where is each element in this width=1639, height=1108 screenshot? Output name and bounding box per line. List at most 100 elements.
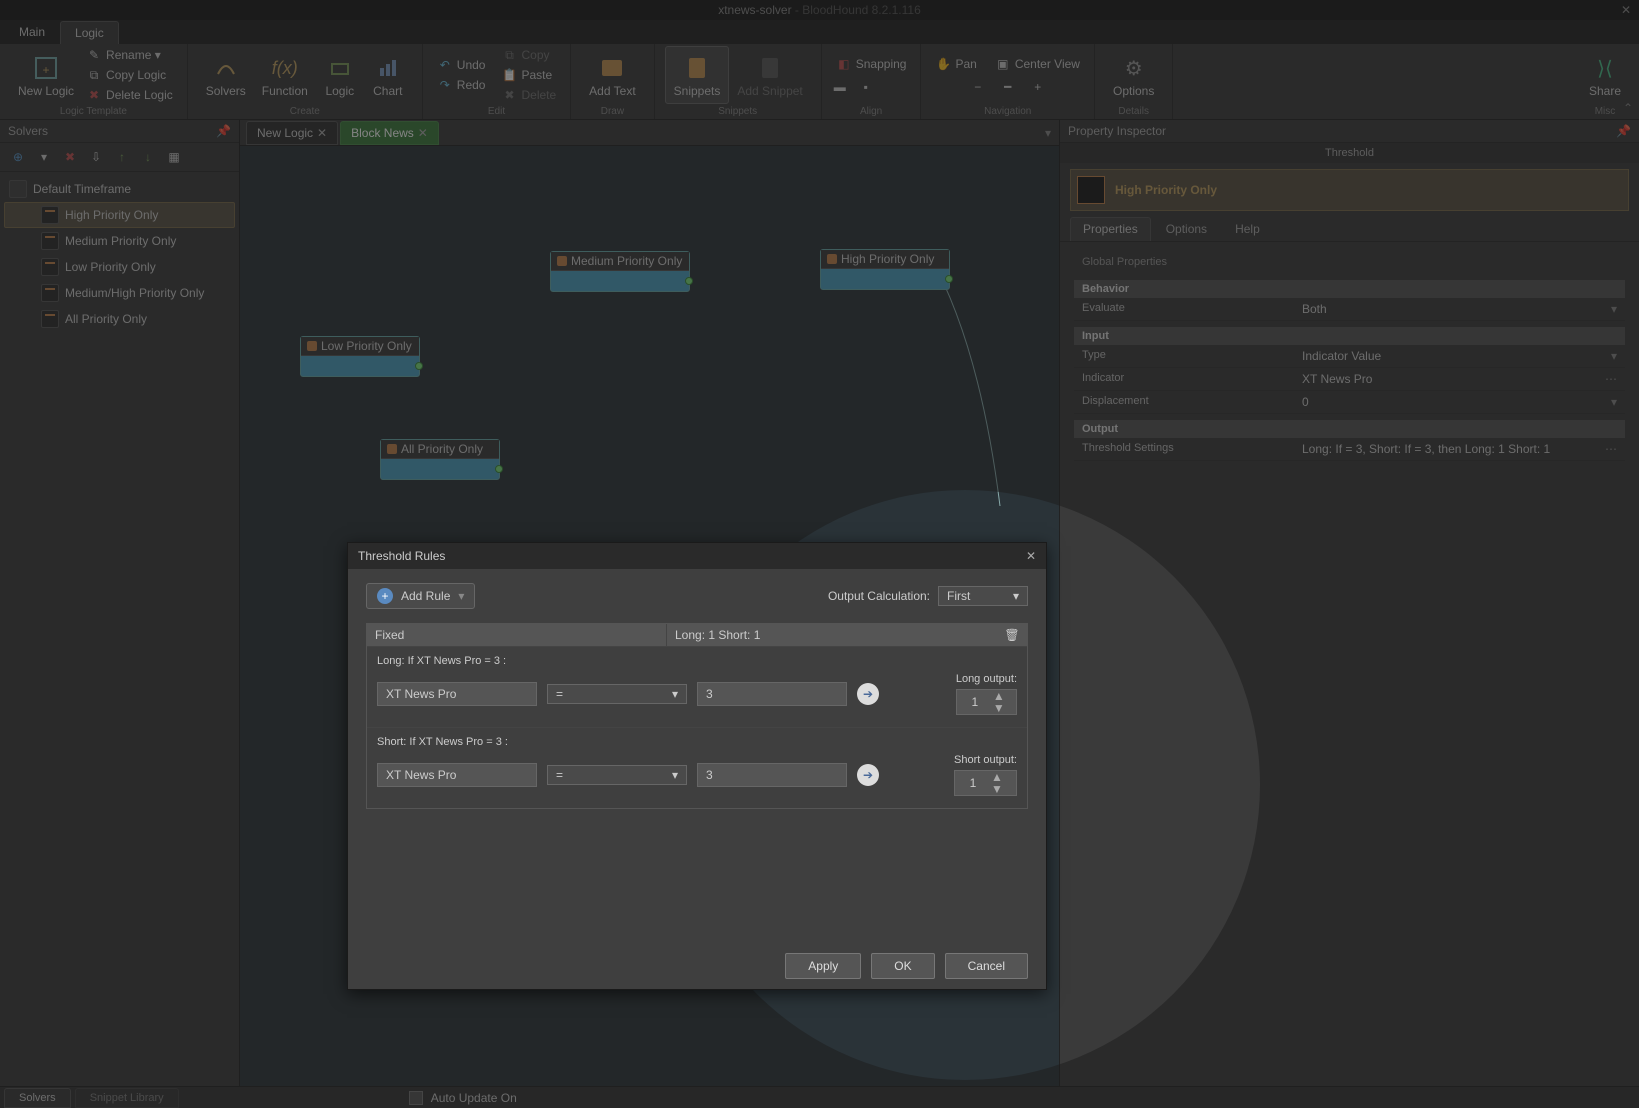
node-low-priority[interactable]: Low Priority Only bbox=[300, 336, 420, 377]
tab-properties[interactable]: Properties bbox=[1070, 217, 1151, 241]
remove-item-icon[interactable]: ✖ bbox=[60, 147, 80, 167]
paste-button[interactable]: 📋Paste bbox=[497, 66, 560, 84]
panel-pin-icon[interactable]: 📌 bbox=[216, 124, 231, 138]
short-indicator-label: XT News Pro bbox=[377, 763, 537, 787]
solvers-button[interactable]: Solvers bbox=[198, 46, 254, 104]
dropdown-icon[interactable]: ▾ bbox=[34, 147, 54, 167]
snippets-button[interactable]: Snippets bbox=[665, 46, 730, 104]
panel-pin-icon[interactable]: 📌 bbox=[1616, 124, 1631, 138]
prop-displacement[interactable]: Displacement0▾ bbox=[1074, 391, 1625, 414]
align-left-icon[interactable]: ▬ bbox=[832, 79, 848, 95]
threshold-icon bbox=[41, 284, 59, 302]
tree-medium-priority[interactable]: Medium Priority Only bbox=[4, 228, 235, 254]
tab-help[interactable]: Help bbox=[1222, 217, 1273, 241]
long-indicator-label: XT News Pro bbox=[377, 682, 537, 706]
short-value-input[interactable] bbox=[697, 763, 847, 787]
node-medium-priority[interactable]: Medium Priority Only bbox=[550, 251, 690, 292]
import-icon[interactable]: ⇩ bbox=[86, 147, 106, 167]
zoom-in-icon[interactable]: + bbox=[1030, 79, 1046, 95]
apply-button[interactable]: Apply bbox=[785, 953, 861, 979]
node-all-priority[interactable]: All Priority Only bbox=[380, 439, 500, 480]
node-high-priority[interactable]: High Priority Only bbox=[820, 249, 950, 290]
threshold-icon bbox=[1077, 176, 1105, 204]
cancel-button[interactable]: Cancel bbox=[945, 953, 1028, 979]
auto-update-checkbox[interactable] bbox=[409, 1091, 423, 1105]
output-port[interactable] bbox=[945, 275, 953, 283]
delete-rule-icon[interactable]: 🗑 bbox=[997, 624, 1027, 646]
pan-button[interactable]: ✋Pan bbox=[931, 55, 980, 73]
center-view-button[interactable]: ▣Center View bbox=[991, 55, 1084, 73]
copy-logic-button[interactable]: ⧉Copy Logic bbox=[82, 66, 177, 84]
col-summary: Long: 1 Short: 1 bbox=[667, 624, 997, 646]
tree-medium-high-priority[interactable]: Medium/High Priority Only bbox=[4, 280, 235, 306]
tab-block-news[interactable]: Block News✕ bbox=[340, 121, 439, 145]
solvers-title: Solvers bbox=[8, 124, 48, 138]
options-button[interactable]: ⚙Options bbox=[1105, 46, 1162, 104]
menu-logic[interactable]: Logic bbox=[60, 21, 119, 44]
tree-high-priority[interactable]: High Priority Only bbox=[4, 202, 235, 228]
output-port[interactable] bbox=[685, 277, 693, 285]
undo-button[interactable]: ↶Undo bbox=[433, 56, 490, 74]
share-button[interactable]: ⟩⟨Share bbox=[1581, 46, 1629, 104]
property-inspector: Property Inspector📌 Threshold High Prior… bbox=[1059, 120, 1639, 1086]
threshold-icon bbox=[41, 310, 59, 328]
snapping-toggle[interactable]: ◧Snapping bbox=[832, 55, 911, 73]
plus-icon: + bbox=[377, 588, 393, 604]
ribbon: +New Logic ✎Rename ▾ ⧉Copy Logic ✖Delete… bbox=[0, 44, 1639, 120]
group-template-label: Logic Template bbox=[10, 104, 177, 117]
logic-button[interactable]: Logic bbox=[316, 46, 364, 104]
output-port[interactable] bbox=[415, 362, 423, 370]
threshold-icon bbox=[41, 206, 59, 224]
add-snippet-button: Add Snippet bbox=[729, 46, 810, 104]
dialog-header[interactable]: Threshold Rules ✕ bbox=[348, 543, 1046, 569]
menu-bar: Main Logic bbox=[0, 20, 1639, 44]
move-up-icon[interactable]: ↑ bbox=[112, 147, 132, 167]
output-port[interactable] bbox=[495, 465, 503, 473]
chart-button[interactable]: Chart bbox=[364, 46, 412, 104]
output-calculation-select[interactable]: First▾ bbox=[938, 586, 1028, 606]
new-logic-button[interactable]: +New Logic bbox=[10, 46, 82, 104]
delete-button[interactable]: ✖Delete bbox=[497, 86, 560, 104]
redo-button[interactable]: ↷Redo bbox=[433, 76, 490, 94]
dialog-close-icon[interactable]: ✕ bbox=[1026, 549, 1036, 563]
long-arrow-icon[interactable]: ➔ bbox=[857, 683, 879, 705]
prop-threshold-settings[interactable]: Threshold SettingsLong: If = 3, Short: I… bbox=[1074, 438, 1625, 461]
copy-button[interactable]: ⧉Copy bbox=[497, 46, 560, 64]
grid-icon[interactable]: ▦ bbox=[164, 147, 184, 167]
long-value-input[interactable] bbox=[697, 682, 847, 706]
align-center-icon[interactable]: ▪ bbox=[858, 79, 874, 95]
prop-evaluate[interactable]: EvaluateBoth▾ bbox=[1074, 298, 1625, 321]
tab-dropdown-icon[interactable]: ▾ bbox=[1045, 126, 1051, 140]
status-bar: Solvers Snippet Library Auto Update On bbox=[0, 1086, 1639, 1108]
close-icon[interactable]: ✕ bbox=[418, 126, 428, 140]
add-text-button[interactable]: Add Text bbox=[581, 46, 643, 104]
bottom-tab-snippet-library[interactable]: Snippet Library bbox=[75, 1088, 179, 1108]
bottom-tab-solvers[interactable]: Solvers bbox=[4, 1088, 71, 1108]
prop-indicator[interactable]: IndicatorXT News Pro⋯ bbox=[1074, 368, 1625, 391]
rename-button[interactable]: ✎Rename ▾ bbox=[82, 46, 177, 64]
zoom-slider-icon[interactable]: ━ bbox=[1000, 79, 1016, 95]
close-icon[interactable]: ✕ bbox=[317, 126, 327, 140]
delete-logic-button[interactable]: ✖Delete Logic bbox=[82, 86, 177, 104]
zoom-out-icon[interactable]: − bbox=[970, 79, 986, 95]
threshold-icon bbox=[41, 232, 59, 250]
tab-new-logic[interactable]: New Logic✕ bbox=[246, 121, 338, 145]
tree-all-priority[interactable]: All Priority Only bbox=[4, 306, 235, 332]
tree-default-timeframe[interactable]: Default Timeframe bbox=[4, 176, 235, 202]
prop-type[interactable]: TypeIndicator Value▾ bbox=[1074, 345, 1625, 368]
ribbon-collapse-icon[interactable]: ⌃ bbox=[1623, 101, 1633, 115]
tree-low-priority[interactable]: Low Priority Only bbox=[4, 254, 235, 280]
add-rule-button[interactable]: + Add Rule ▾ bbox=[366, 583, 475, 609]
short-output-spinner[interactable]: ▲▼ bbox=[954, 770, 1017, 796]
window-close-icon[interactable]: ✕ bbox=[1621, 3, 1631, 17]
short-operator-select[interactable]: =▾ bbox=[547, 765, 687, 785]
long-output-spinner[interactable]: ▲▼ bbox=[956, 689, 1017, 715]
short-arrow-icon[interactable]: ➔ bbox=[857, 764, 879, 786]
long-operator-select[interactable]: =▾ bbox=[547, 684, 687, 704]
menu-main[interactable]: Main bbox=[4, 20, 60, 44]
add-item-icon[interactable]: ⊕ bbox=[8, 147, 28, 167]
move-down-icon[interactable]: ↓ bbox=[138, 147, 158, 167]
function-button[interactable]: f(x)Function bbox=[254, 46, 316, 104]
ok-button[interactable]: OK bbox=[871, 953, 934, 979]
tab-options[interactable]: Options bbox=[1153, 217, 1220, 241]
